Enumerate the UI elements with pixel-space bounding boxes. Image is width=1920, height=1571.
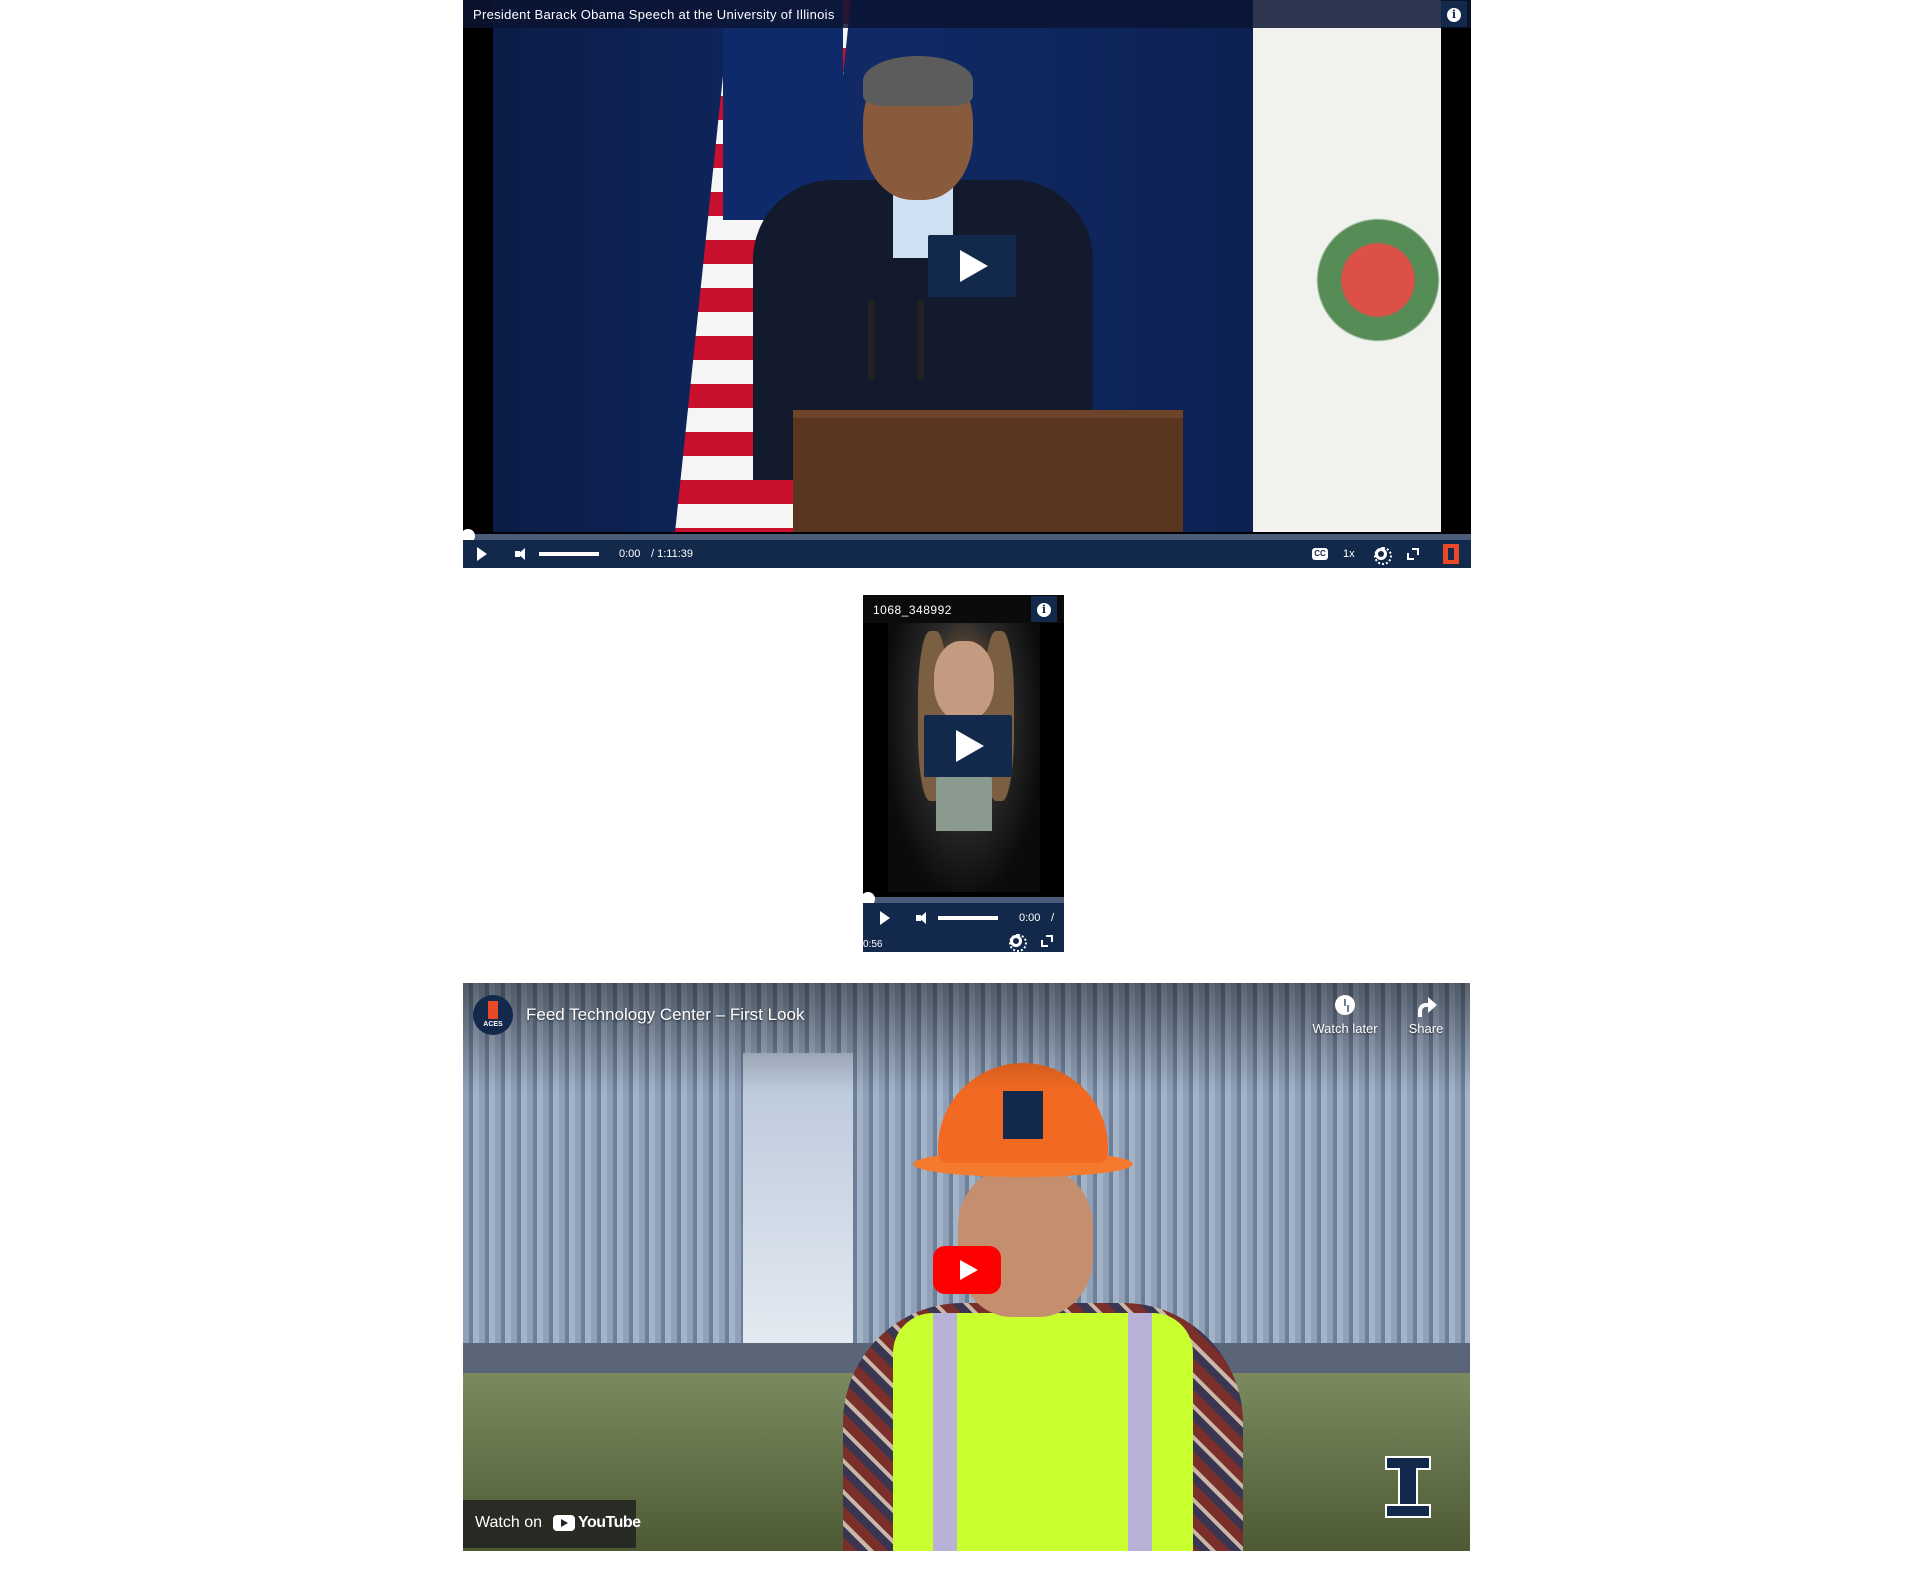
info-button[interactable]: i [1031, 596, 1057, 622]
face [934, 641, 994, 721]
settings-gear-icon[interactable] [1009, 934, 1027, 952]
microphone [918, 300, 924, 380]
big-play-button[interactable] [924, 715, 1012, 777]
total-time: / 1:11:39 [651, 548, 693, 560]
current-time: 0:00 [619, 548, 641, 560]
presenter [823, 1063, 1263, 1551]
time-separator: / [1051, 912, 1055, 924]
playback-speed[interactable]: 1x [1343, 548, 1355, 560]
volume-icon[interactable] [916, 912, 930, 924]
video-title-bar: President Barack Obama Speech at the Uni… [463, 0, 1471, 28]
video-player-2[interactable]: 1068_348992 i 0:00 / 0:56 [861, 595, 1064, 952]
play-icon[interactable] [477, 547, 487, 561]
info-icon: i [1037, 603, 1051, 617]
volume-icon[interactable] [515, 548, 529, 560]
fullscreen-icon[interactable] [1407, 548, 1419, 560]
play-icon[interactable] [880, 911, 890, 925]
illinois-i-icon [488, 1001, 498, 1019]
control-bar: 0:00 / 1:11:39 CC 1x [463, 540, 1471, 568]
watch-later-label: Watch later [1312, 1021, 1378, 1036]
share-button[interactable]: Share [1386, 995, 1466, 1036]
youtube-play-button[interactable] [933, 1246, 1001, 1294]
watch-later-button[interactable]: Watch later [1305, 995, 1385, 1036]
video-title[interactable]: Feed Technology Center – First Look [526, 1005, 804, 1025]
current-time: 0:00 [1019, 912, 1041, 924]
microphone [868, 300, 874, 380]
video-title-bar: 1068_348992 i [863, 595, 1064, 623]
info-icon: i [1447, 8, 1461, 22]
total-time: 0:56 [863, 939, 883, 950]
youtube-embed[interactable]: ACES Feed Technology Center – First Look… [463, 983, 1470, 1551]
watch-on-label: Watch on [475, 1514, 542, 1531]
channel-badge: ACES [483, 1021, 503, 1028]
channel-avatar[interactable]: ACES [473, 995, 513, 1035]
volume-slider[interactable] [938, 916, 998, 920]
big-play-button[interactable] [928, 235, 1016, 297]
captions-button[interactable]: CC [1312, 548, 1328, 560]
video-player-1[interactable]: President Barack Obama Speech at the Uni… [461, 0, 1471, 568]
control-bar: 0:00 / 0:56 [863, 903, 1064, 952]
share-label: Share [1408, 1021, 1444, 1036]
settings-gear-icon[interactable] [1374, 547, 1392, 565]
video-title: President Barack Obama Speech at the Uni… [473, 7, 835, 22]
illinois-watermark-icon [1385, 1456, 1431, 1518]
youtube-logo-icon [553, 1515, 575, 1531]
illinois-logo-icon[interactable] [1443, 544, 1459, 564]
video-title: 1068_348992 [873, 603, 952, 617]
watch-on-youtube-button[interactable]: Watch on YouTube [463, 1500, 641, 1548]
volume-slider[interactable] [539, 552, 599, 556]
illinois-seal [1293, 160, 1441, 460]
share-arrow-icon [1416, 995, 1437, 1017]
youtube-wordmark: YouTube [578, 1514, 641, 1531]
fullscreen-icon[interactable] [1041, 935, 1053, 947]
info-button[interactable]: i [1441, 1, 1467, 27]
podium [793, 410, 1183, 532]
clock-icon [1335, 995, 1355, 1015]
